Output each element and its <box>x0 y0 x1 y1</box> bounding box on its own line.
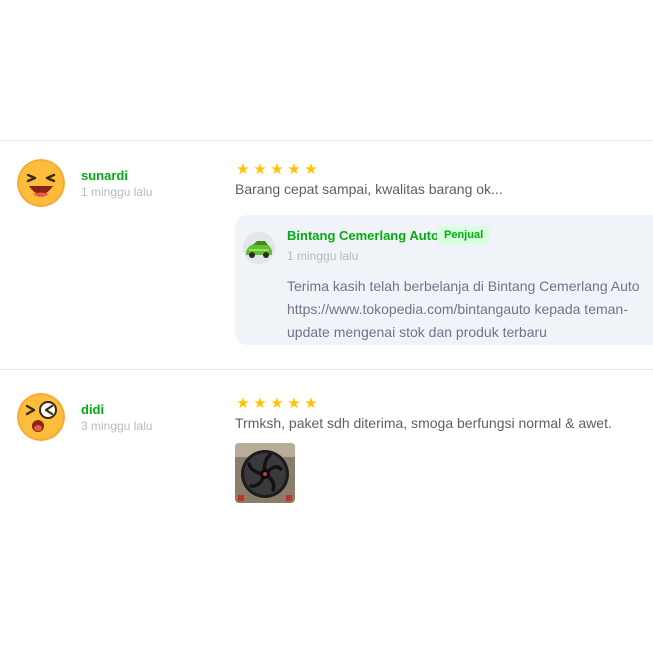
review-item: didi 3 minggu lalu ★ ★ ★ ★ ★ Trmksh, pak… <box>0 370 653 570</box>
reply-text: Terima kasih telah berbelanja di Bintang… <box>287 278 640 340</box>
seller-reply: Bintang Cemerlang Auto Penjual 1 minggu … <box>235 215 653 345</box>
reviewer-name[interactable]: didi <box>81 402 104 417</box>
rating-stars: ★ ★ ★ ★ ★ <box>235 162 319 177</box>
review-time: 1 minggu lalu <box>81 185 153 199</box>
star-icon: ★ <box>253 395 267 412</box>
laughing-emoji-icon <box>17 159 65 207</box>
star-icon: ★ <box>253 161 267 178</box>
reply-time: 1 minggu lalu <box>287 249 359 263</box>
star-icon: ★ <box>236 395 250 412</box>
star-icon: ★ <box>270 161 284 178</box>
star-icon: ★ <box>304 161 318 178</box>
star-icon: ★ <box>287 161 301 178</box>
review-photo[interactable] <box>235 443 295 503</box>
seller-name[interactable]: Bintang Cemerlang Auto <box>287 228 439 243</box>
review-text: Barang cepat sampai, kwalitas barang ok.… <box>235 181 503 197</box>
star-icon: ★ <box>304 395 318 412</box>
star-icon: ★ <box>287 395 301 412</box>
avatar[interactable] <box>17 159 65 207</box>
avatar[interactable] <box>17 393 65 441</box>
seller-badge: Penjual <box>437 226 491 244</box>
star-icon: ★ <box>270 395 284 412</box>
rating-stars: ★ ★ ★ ★ ★ <box>235 396 319 411</box>
seller-avatar[interactable] <box>243 232 275 264</box>
car-logo-icon <box>243 232 275 264</box>
reviewer-name[interactable]: sunardi <box>81 168 128 183</box>
review-time: 3 minggu lalu <box>81 419 153 433</box>
review-item: sunardi 1 minggu lalu ★ ★ ★ ★ ★ Barang c… <box>0 140 653 369</box>
star-icon: ★ <box>236 161 250 178</box>
silly-emoji-icon <box>17 393 65 441</box>
review-text: Trmksh, paket sdh diterima, smoga berfun… <box>235 415 612 431</box>
radiator-fan-photo <box>235 443 295 503</box>
